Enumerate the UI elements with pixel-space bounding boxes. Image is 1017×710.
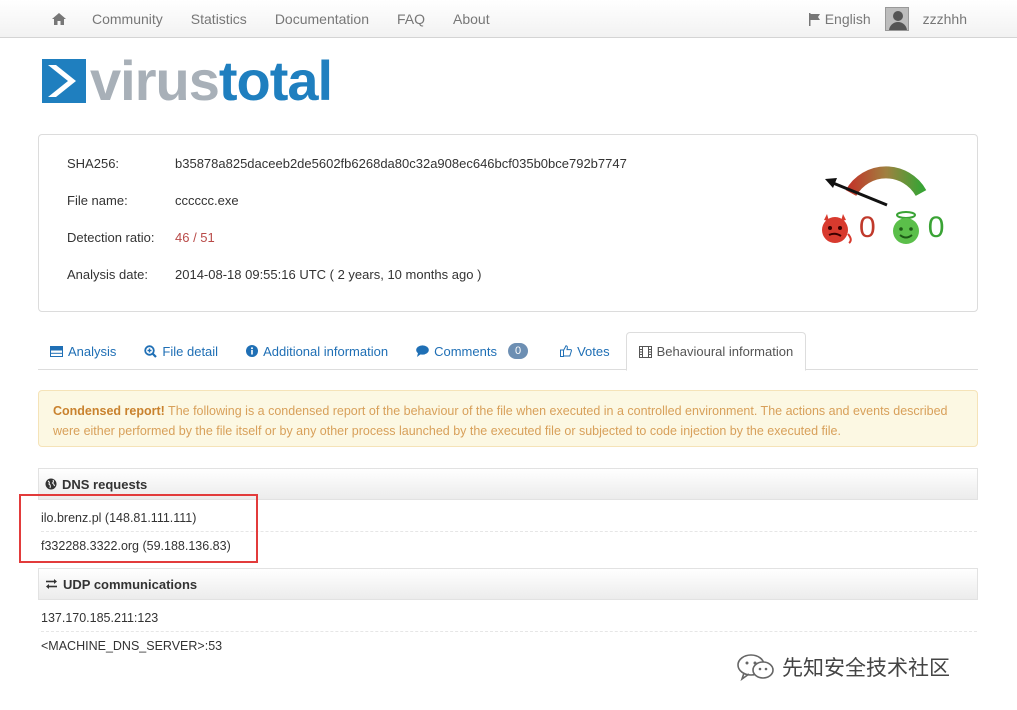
tab-analysis[interactable]: Analysis (38, 332, 128, 370)
highlight-box (19, 494, 258, 563)
tab-votes-label: Votes (577, 343, 610, 359)
language-label: English (824, 11, 871, 27)
analysis-date-row: Analysis date: 2014-08-18 09:55:16 UTC (… (67, 267, 481, 282)
nav-community[interactable]: Community (78, 11, 177, 27)
tab-analysis-label: Analysis (68, 343, 117, 359)
globe-icon (45, 478, 57, 490)
logo-virus-text: virus (90, 49, 220, 112)
tab-comments[interactable]: Comments 0 (404, 332, 540, 370)
tab-behavioural-information-label: Behavioural information (656, 344, 794, 359)
sha256-row: SHA256: b35878a825daceeb2de5602fb6268da8… (67, 156, 627, 171)
detection-ratio-value: 46 / 51 (175, 230, 215, 245)
wechat-icon (737, 654, 774, 681)
alert-title: Condensed report! (53, 404, 165, 418)
report-tabs: Analysis File detail Additional informat… (38, 332, 978, 371)
comment-icon (416, 345, 429, 357)
malicious-votes-count: 0 (859, 211, 876, 244)
flag-icon (808, 12, 820, 26)
table-icon (50, 345, 63, 357)
udp-communications-title: UDP communications (63, 576, 198, 592)
film-icon (638, 345, 652, 358)
tab-file-detail-label: File detail (162, 343, 219, 359)
sha256-label: SHA256: (67, 156, 120, 171)
alert-body: The following is a condensed report of t… (53, 404, 948, 438)
tab-behavioural-information[interactable]: Behavioural information (625, 332, 807, 371)
comments-count-badge: 0 (507, 343, 529, 359)
analysis-date-value: 2014-08-18 09:55:16 UTC ( 2 years, 10 mo… (175, 267, 482, 282)
nav-faq[interactable]: FAQ (383, 11, 439, 27)
info-icon (246, 345, 259, 357)
nav-documentation[interactable]: Documentation (261, 11, 383, 27)
detection-ratio-row: Detection ratio: 46 / 51 (67, 230, 215, 245)
exchange-icon (46, 579, 57, 589)
condensed-report-alert: Condensed report! The following is a con… (38, 390, 978, 447)
sha256-value: b35878a825daceeb2de5602fb6268da80c32a908… (175, 156, 627, 171)
udp-communication-item: 137.170.185.211:123 (41, 604, 977, 632)
home-icon[interactable] (40, 0, 78, 38)
filename-row: File name: cccccc.exe (67, 193, 239, 208)
username-link[interactable]: zzzhhh (923, 11, 967, 27)
detection-ratio-label: Detection ratio: (67, 230, 155, 245)
logo-total-text: total (218, 49, 333, 112)
tab-comments-label: Comments (434, 343, 497, 359)
filename-value: cccccc.exe (175, 193, 239, 208)
udp-communications-header: UDP communications (38, 568, 978, 600)
file-summary-panel: SHA256: b35878a825daceeb2de5602fb6268da8… (38, 134, 978, 312)
devil-face-icon[interactable] (819, 212, 853, 244)
angel-face-icon[interactable] (890, 211, 922, 245)
harmless-votes-count: 0 (927, 211, 945, 244)
tab-file-detail[interactable]: File detail (132, 332, 230, 370)
tab-additional-information[interactable]: Additional information (234, 332, 400, 370)
analysis-date-label: Analysis date: (67, 267, 148, 282)
tab-additional-information-label: Additional information (263, 343, 389, 359)
avatar[interactable] (884, 7, 909, 31)
tab-votes[interactable]: Votes (548, 332, 622, 370)
filename-label: File name: (67, 193, 128, 208)
language-selector[interactable]: English (808, 11, 871, 27)
thumbs-up-icon (560, 345, 573, 357)
virustotal-logo-icon (42, 59, 86, 103)
zoom-in-icon (144, 344, 158, 358)
watermark-text: 先知安全技术社区 (782, 657, 950, 680)
dns-requests-title: DNS requests (62, 476, 148, 492)
virustotal-logo[interactable]: virustotal (42, 53, 333, 109)
top-navbar: Community Statistics Documentation FAQ A… (0, 0, 1017, 38)
watermark: 先知安全技术社区 (736, 652, 950, 682)
community-score: 0 0 (819, 211, 958, 245)
nav-statistics[interactable]: Statistics (177, 11, 261, 27)
nav-about[interactable]: About (439, 11, 504, 27)
